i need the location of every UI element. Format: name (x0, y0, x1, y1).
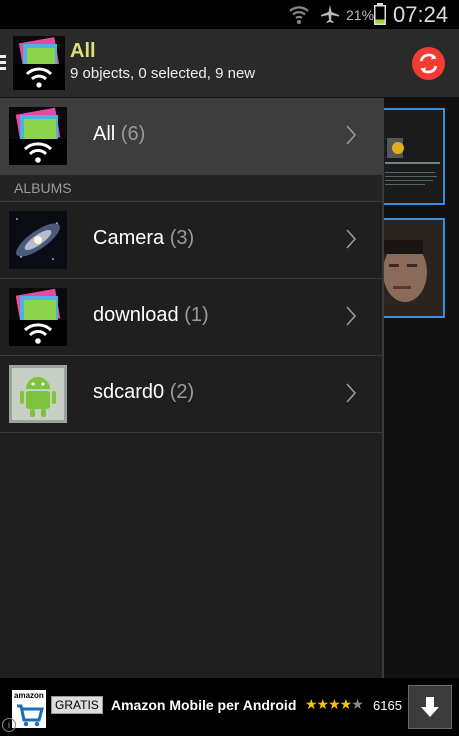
download-button[interactable] (408, 685, 452, 729)
drawer-item-count: (2) (169, 381, 195, 403)
drawer-item-download[interactable]: download (1) (0, 279, 382, 356)
info-icon[interactable]: i (2, 718, 16, 732)
chevron-right-icon (346, 125, 357, 145)
drawer-item-label: Camera (93, 227, 165, 249)
drawer-item-count: (6) (120, 123, 146, 145)
chevron-right-icon (346, 383, 357, 403)
photo-wifi-app-icon (9, 288, 67, 346)
ad-title: Amazon Mobile per Android (111, 697, 297, 713)
galaxy-photo-icon (9, 211, 67, 269)
albums-section-header: ALBUMS (0, 175, 382, 202)
drawer-item-camera[interactable]: Camera (3) (0, 202, 382, 279)
amazon-logo-icon: amazon (12, 690, 46, 728)
face-photo-thumbnail (383, 220, 443, 316)
ad-banner[interactable]: amazon GRATIS Amazon Mobile per Android … (0, 678, 459, 736)
status-bar: 21% 07:24 (0, 0, 459, 29)
page-subtitle: 9 objects, 0 selected, 9 new (70, 65, 256, 82)
android-robot-icon (9, 365, 67, 423)
shopping-cart-icon (17, 704, 44, 727)
grid-thumbnail[interactable] (383, 218, 445, 318)
drawer-item-all[interactable]: All (6) (0, 98, 382, 175)
chevron-right-icon (346, 306, 357, 326)
clock: 07:24 (393, 2, 449, 27)
ad-badge: GRATIS (51, 696, 103, 714)
drawer-item-sdcard0[interactable]: sdcard0 (2) (0, 356, 382, 433)
drawer-item-label: download (93, 304, 179, 326)
menu-icon[interactable] (0, 55, 6, 71)
page-title: All (70, 40, 96, 62)
drawer-item-count: (3) (169, 227, 195, 249)
drawer-item-count: (1) (184, 304, 209, 326)
wifi-icon (289, 6, 309, 24)
rating-stars: ★★★★★ (305, 696, 364, 712)
download-arrow-icon (421, 697, 439, 717)
app-logo-icon[interactable] (13, 36, 65, 90)
action-bar: All 9 objects, 0 selected, 9 new (0, 29, 459, 98)
app-screenshot-thumbnail (385, 138, 440, 185)
battery-percentage: 21% (346, 7, 375, 23)
section-title: ALBUMS (14, 180, 72, 196)
rating-count: 6165 (373, 698, 402, 713)
navigation-drawer: All (6) ALBUMS Camera (3) download (1) s… (0, 98, 384, 678)
photo-wifi-app-icon (9, 107, 67, 165)
chevron-right-icon (346, 229, 357, 249)
drawer-item-label: sdcard0 (93, 381, 165, 403)
grid-thumbnail[interactable] (383, 108, 445, 205)
airplane-mode-icon (321, 5, 339, 23)
drawer-item-label: All (93, 123, 116, 145)
battery-icon (374, 3, 386, 25)
refresh-button[interactable] (412, 47, 445, 80)
refresh-icon (419, 53, 438, 74)
